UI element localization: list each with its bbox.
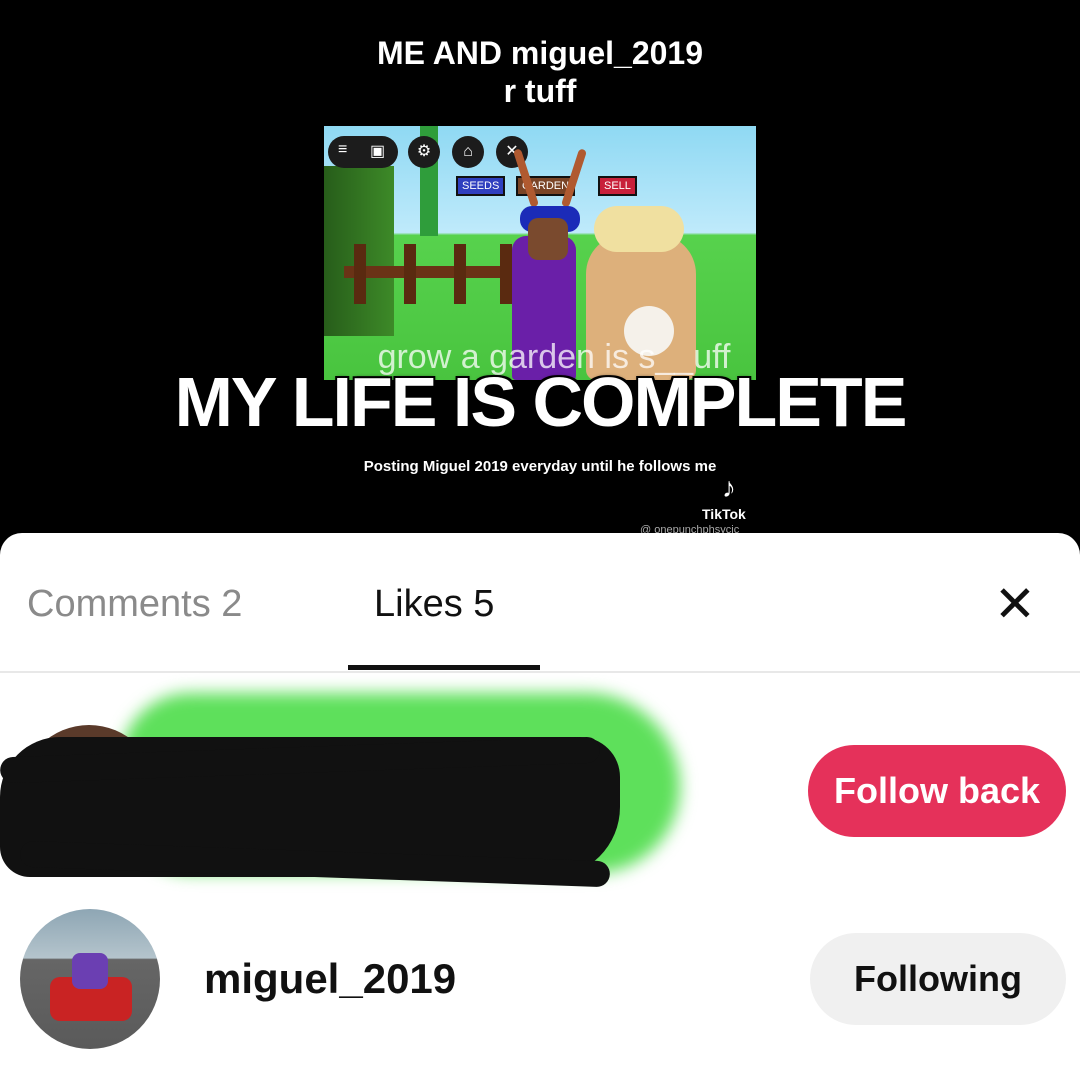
avatar[interactable] (20, 909, 160, 1049)
overlay-subtitle: Posting Miguel 2019 everyday until he fo… (363, 458, 717, 475)
menu-icon: ≡ (338, 141, 348, 158)
username[interactable]: miguel_2019 (204, 955, 456, 1003)
tiktok-logo-icon: ♪ (722, 472, 736, 503)
fence-post (354, 244, 366, 304)
tab-likes[interactable]: Likes 5 (374, 583, 494, 626)
fence-post (454, 244, 466, 304)
follow-back-button[interactable]: Follow back (808, 745, 1066, 837)
game-screenshot: ≡ ▣ ⚙ ⌂ ✕ SEEDS GARDEN SELL grow a garde… (324, 126, 756, 380)
fence-post (500, 244, 512, 304)
game-menu-bar: ≡ ▣ (328, 136, 398, 168)
close-icon[interactable]: ✕ (992, 579, 1038, 629)
friend-avatar-crown (594, 206, 684, 252)
fence-rail (344, 266, 514, 278)
video-caption: ME AND miguel_2019 r tuff (0, 34, 1080, 110)
tab-comments[interactable]: Comments 2 (27, 583, 242, 626)
video-frame[interactable]: ME AND miguel_2019 r tuff ≡ ▣ ⚙ ⌂ ✕ SEED… (0, 0, 1080, 540)
overlay-title: MY LIFE IS COMPLETE (174, 363, 908, 441)
player-avatar-head (528, 218, 568, 260)
active-tab-indicator (348, 665, 540, 670)
game-seeds-button: SEEDS (456, 176, 506, 196)
caption-line-2: r tuff (503, 73, 577, 109)
chat-icon: ▣ (370, 143, 386, 160)
tiktok-watermark: TikTok (702, 506, 746, 522)
divider (0, 671, 1080, 673)
kart-driver-image (72, 953, 108, 989)
caption-line-1: ME AND miguel_2019 (376, 35, 704, 71)
likes-sheet: Comments 2 Likes 5 ✕ Follow back miguel_… (0, 533, 1080, 1080)
following-button[interactable]: Following (810, 933, 1066, 1025)
game-sell-button: SELL (598, 176, 637, 196)
backpack-icon: ⌂ (452, 136, 484, 168)
fence-post (404, 244, 416, 304)
gear-icon: ⚙ (408, 136, 440, 168)
